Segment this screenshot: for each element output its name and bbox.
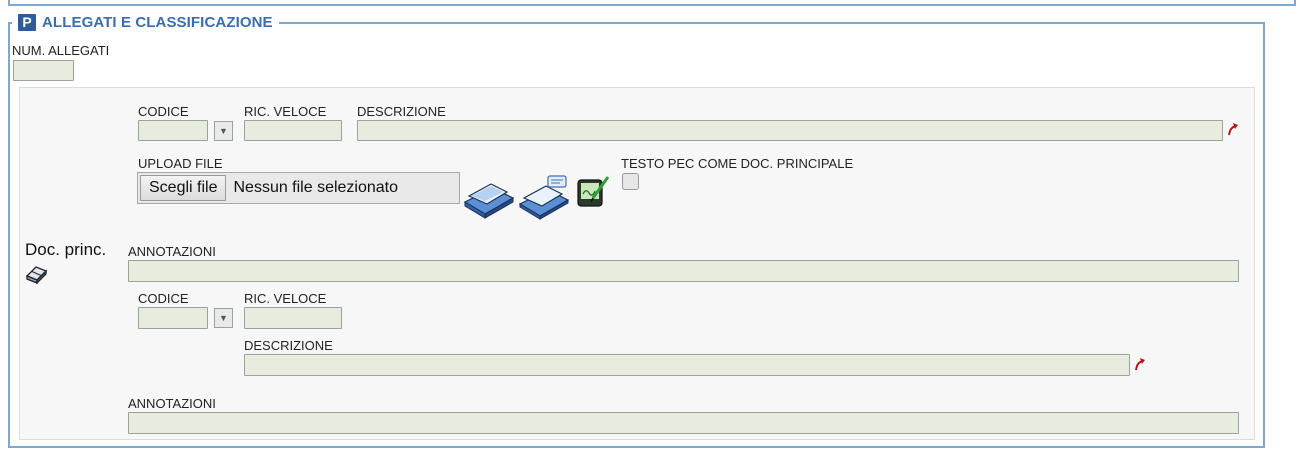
classificazione-annotazioni-input[interactable] bbox=[128, 412, 1239, 434]
testo-pec-checkbox[interactable] bbox=[622, 173, 639, 190]
codice-dropdown-button[interactable]: ▼ bbox=[214, 121, 233, 141]
testo-pec-label: TESTO PEC COME DOC. PRINCIPALE bbox=[621, 156, 854, 171]
num-allegati-label: NUM. ALLEGATI bbox=[12, 43, 110, 58]
classificazione-ric-veloce-label: RIC. VELOCE bbox=[244, 291, 327, 306]
classificazione-ric-veloce-input[interactable] bbox=[244, 307, 342, 329]
scanner-settings-icon[interactable] bbox=[518, 174, 570, 220]
annotazioni-label: ANNOTAZIONI bbox=[128, 244, 216, 259]
section-badge: P bbox=[18, 13, 36, 31]
ric-veloce-label: RIC. VELOCE bbox=[244, 104, 327, 119]
classificazione-open-link-icon[interactable] bbox=[1134, 357, 1146, 374]
classificazione-codice-input[interactable] bbox=[138, 307, 208, 329]
classificazione-descrizione-input[interactable] bbox=[244, 354, 1130, 376]
ric-veloce-input[interactable] bbox=[244, 120, 342, 141]
classificazione-codice-label: CODICE bbox=[138, 291, 189, 306]
annotazioni-input[interactable] bbox=[128, 260, 1239, 282]
eraser-icon[interactable] bbox=[24, 262, 52, 285]
doc-principale-label: Doc. princ. bbox=[25, 240, 107, 259]
classificazione-annotazioni-label: ANNOTAZIONI bbox=[128, 396, 216, 411]
codice-input[interactable] bbox=[138, 120, 208, 141]
open-link-icon[interactable] bbox=[1227, 122, 1239, 139]
classificazione-codice-dropdown-button[interactable]: ▼ bbox=[214, 308, 233, 328]
file-status-text: Nessun file selezionato bbox=[233, 179, 399, 196]
section-legend: P ALLEGATI E CLASSIFICAZIONE bbox=[12, 11, 279, 33]
upload-file-label: UPLOAD FILE bbox=[138, 156, 223, 171]
scanner-icon[interactable] bbox=[463, 174, 515, 220]
descrizione-input[interactable] bbox=[357, 120, 1223, 141]
chevron-down-icon: ▼ bbox=[219, 126, 228, 136]
codice-label: CODICE bbox=[138, 104, 189, 119]
classificazione-descrizione-label: DESCRIZIONE bbox=[244, 338, 333, 353]
file-picker[interactable]: Scegli file Nessun file selezionato bbox=[137, 172, 460, 204]
section-title: ALLEGATI E CLASSIFICAZIONE bbox=[42, 13, 273, 31]
chevron-down-icon: ▼ bbox=[219, 313, 228, 323]
signature-pad-icon[interactable] bbox=[575, 174, 611, 210]
descrizione-label: DESCRIZIONE bbox=[357, 104, 446, 119]
previous-section-frame bbox=[8, 0, 1296, 6]
choose-file-button[interactable]: Scegli file bbox=[140, 175, 227, 201]
num-allegati-input[interactable] bbox=[13, 60, 74, 81]
